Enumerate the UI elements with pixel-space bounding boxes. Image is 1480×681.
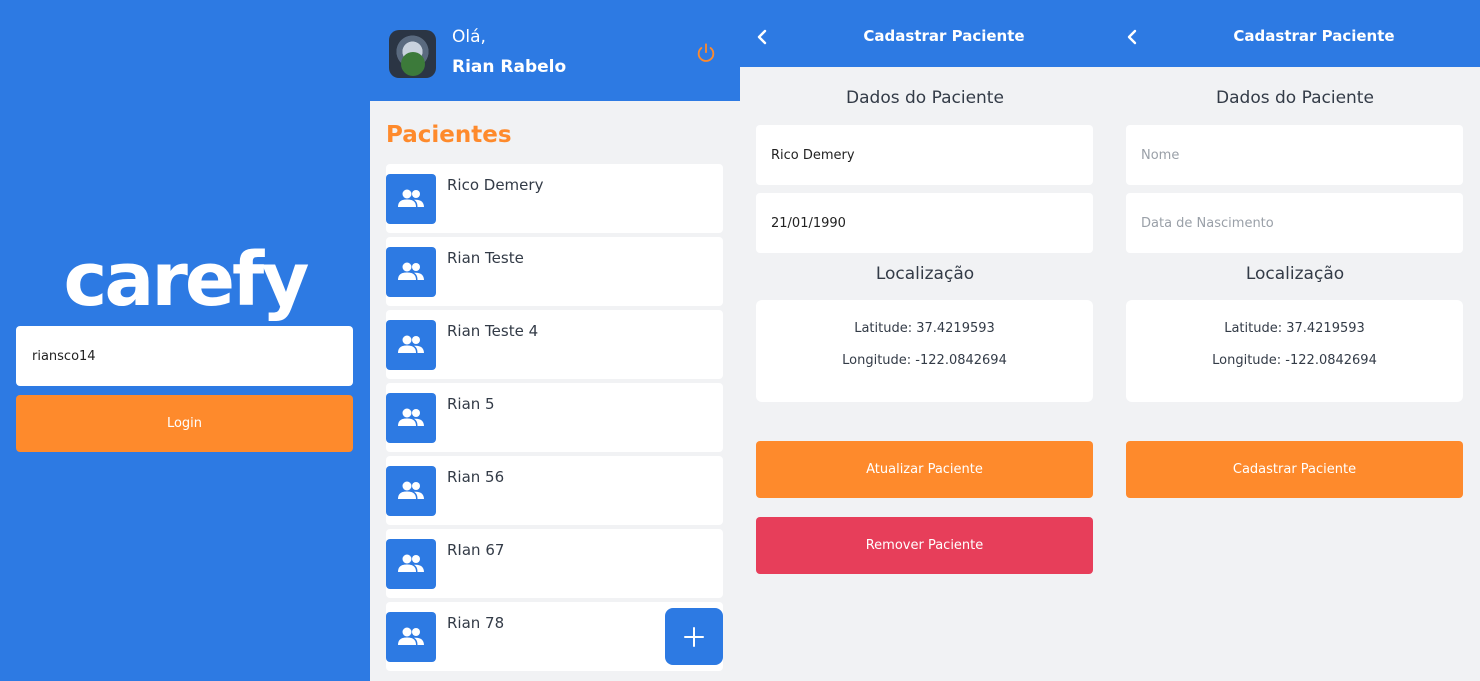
patient-card[interactable]: Rian 5 [386, 383, 723, 452]
people-icon [386, 174, 436, 224]
patient-name: Rian Teste [447, 249, 524, 267]
form-header: Cadastrar Paciente [740, 0, 1110, 67]
longitude-text: Longitude: -122.0842694 [842, 353, 1007, 368]
avatar[interactable] [389, 30, 436, 78]
edit-patient-screen: Cadastrar Paciente Dados do Paciente Loc… [740, 0, 1110, 681]
page-title: Pacientes [386, 122, 512, 148]
location-box: Latitude: 37.4219593 Longitude: -122.084… [1126, 300, 1463, 402]
plus-icon [684, 626, 704, 647]
name-field[interactable] [1126, 125, 1463, 185]
remove-patient-button[interactable]: Remover Paciente [756, 517, 1093, 574]
form-title: Cadastrar Paciente [863, 27, 1025, 45]
people-icon [386, 539, 436, 589]
patient-card[interactable]: Rian Teste 4 [386, 310, 723, 379]
birth-date-field[interactable] [1126, 193, 1463, 253]
form-title: Cadastrar Paciente [1233, 27, 1395, 45]
new-patient-screen: Cadastrar Paciente Dados do Paciente Loc… [1110, 0, 1480, 681]
people-icon [386, 320, 436, 370]
patient-list: Rico Demery Rian Teste Rian Teste 4 Rian 5 R… [386, 164, 723, 675]
latitude-text: Latitude: 37.4219593 [1224, 321, 1365, 336]
location-box: Latitude: 37.4219593 Longitude: -122.084… [756, 300, 1093, 402]
patient-card[interactable]: Rian Teste [386, 237, 723, 306]
patient-name: Rian 5 [447, 395, 495, 413]
patient-name: RIan 67 [447, 541, 505, 559]
birth-date-field[interactable] [756, 193, 1093, 253]
patient-name: Rian Teste 4 [447, 322, 539, 340]
people-icon [386, 466, 436, 516]
form-header: Cadastrar Paciente [1110, 0, 1480, 67]
add-patient-button[interactable] [665, 608, 723, 665]
carefy-logo: carefy [63, 237, 310, 323]
people-icon [386, 393, 436, 443]
login-screen: carefy Login [0, 0, 370, 681]
power-icon[interactable] [695, 42, 717, 64]
people-icon [386, 612, 436, 662]
longitude-text: Longitude: -122.0842694 [1212, 353, 1377, 368]
people-icon [386, 247, 436, 297]
patient-card[interactable]: Rico Demery [386, 164, 723, 233]
patient-name: Rian 56 [447, 468, 505, 486]
patient-card[interactable]: Rian 56 [386, 456, 723, 525]
patient-data-heading: Dados do Paciente [846, 88, 1004, 108]
greeting-text: Olá, [452, 27, 486, 47]
user-name: Rian Rabelo [452, 57, 567, 77]
patient-card[interactable]: RIan 67 [386, 529, 723, 598]
name-field[interactable] [756, 125, 1093, 185]
latitude-text: Latitude: 37.4219593 [854, 321, 995, 336]
submit-patient-button[interactable]: Cadastrar Paciente [1126, 441, 1463, 498]
location-heading: Localização [875, 264, 975, 284]
update-patient-button[interactable]: Atualizar Paciente [756, 441, 1093, 498]
login-button[interactable]: Login [16, 395, 353, 452]
patient-name: Rico Demery [447, 176, 544, 194]
username-input[interactable] [16, 326, 353, 386]
location-heading: Localização [1245, 264, 1345, 284]
list-header: Olá, Rian Rabelo [370, 0, 740, 101]
patients-screen: Olá, Rian Rabelo Pacientes Rico Demery Ri… [370, 0, 740, 681]
patient-data-heading: Dados do Paciente [1216, 88, 1374, 108]
patient-name: Rian 78 [447, 614, 505, 632]
